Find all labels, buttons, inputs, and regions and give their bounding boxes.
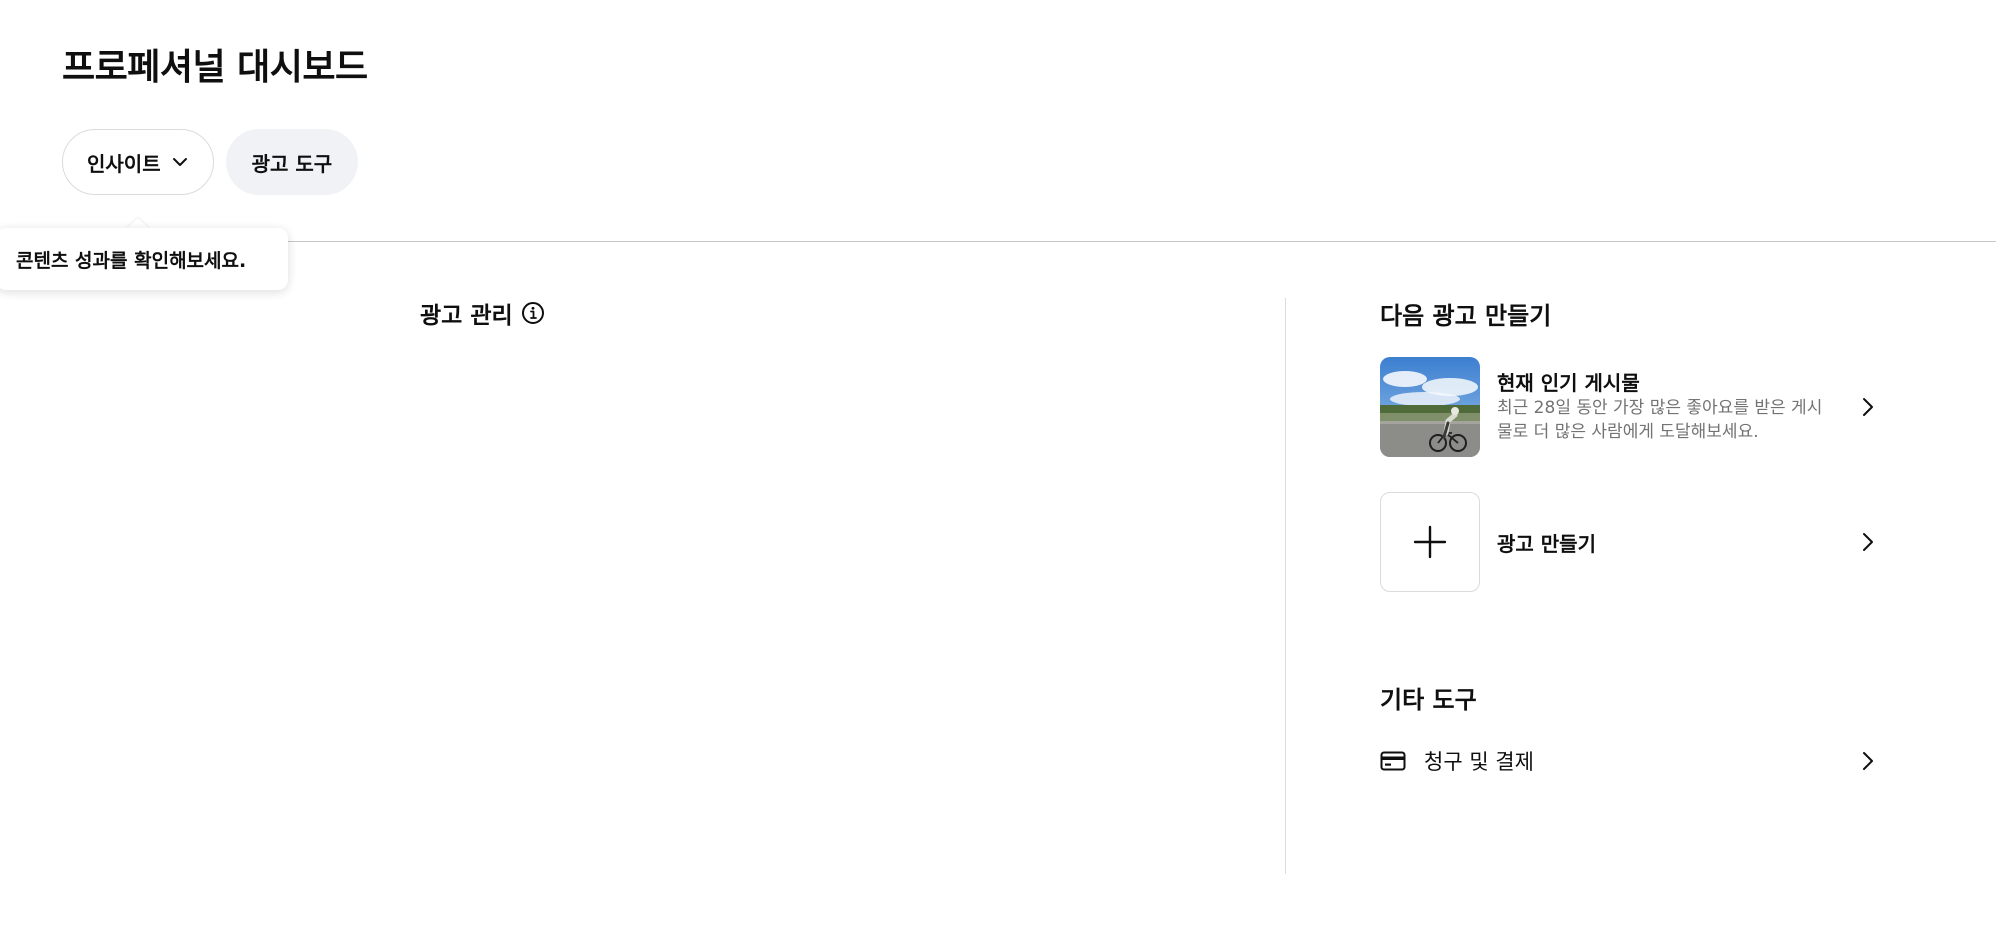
top-post-description: 최근 28일 동안 가장 많은 좋아요를 받은 게시물로 더 많은 사람에게 도… <box>1497 398 1823 442</box>
other-tools-heading: 기타 도구 <box>1380 686 1477 714</box>
top-post-card[interactable]: 현재 인기 게시물 최근 28일 동안 가장 많은 좋아요를 받은 게시물로 더… <box>1380 357 1880 457</box>
cyclist-photo-thumbnail <box>1380 357 1480 457</box>
tooltip-text: 콘텐츠 성과를 확인해보세요. <box>16 249 247 272</box>
chevron-right-icon <box>1856 530 1880 554</box>
top-post-text: 현재 인기 게시물 최근 28일 동안 가장 많은 좋아요를 받은 게시물로 더… <box>1497 370 1827 444</box>
professional-dashboard: 프로페셔널 대시보드 인사이트 광고 도구 콘텐츠 성과를 확인해보세요. 광고… <box>0 0 1996 945</box>
create-ad-card[interactable]: 광고 만들기 <box>1380 492 1880 592</box>
page-title: 프로페셔널 대시보드 <box>62 47 368 88</box>
billing-payments-label: 청구 및 결제 <box>1424 750 1534 774</box>
credit-card-icon <box>1380 751 1406 771</box>
billing-payments-row[interactable]: 청구 및 결제 <box>1380 744 1880 778</box>
tab-ad-tools[interactable]: 광고 도구 <box>225 129 359 195</box>
chevron-right-icon <box>1856 749 1880 773</box>
create-ad-label: 광고 만들기 <box>1497 531 1596 556</box>
insights-tooltip: 콘텐츠 성과를 확인해보세요. <box>0 228 288 290</box>
tabs-divider <box>62 241 1996 242</box>
top-post-title: 현재 인기 게시물 <box>1497 371 1640 395</box>
tab-insights[interactable]: 인사이트 <box>62 129 214 195</box>
column-divider <box>1285 298 1286 874</box>
plus-icon <box>1380 492 1480 592</box>
chevron-right-icon <box>1856 395 1880 419</box>
info-icon[interactable] <box>521 301 545 325</box>
ad-management-heading: 광고 관리 <box>420 303 513 329</box>
dashboard-tabs: 인사이트 광고 도구 <box>62 129 359 195</box>
next-ad-heading: 다음 광고 만들기 <box>1380 302 1552 330</box>
ad-management-section: 광고 관리 <box>420 296 545 330</box>
chevron-down-icon <box>171 153 189 171</box>
tab-ad-tools-label: 광고 도구 <box>251 151 333 176</box>
tab-insights-label: 인사이트 <box>87 151 161 176</box>
